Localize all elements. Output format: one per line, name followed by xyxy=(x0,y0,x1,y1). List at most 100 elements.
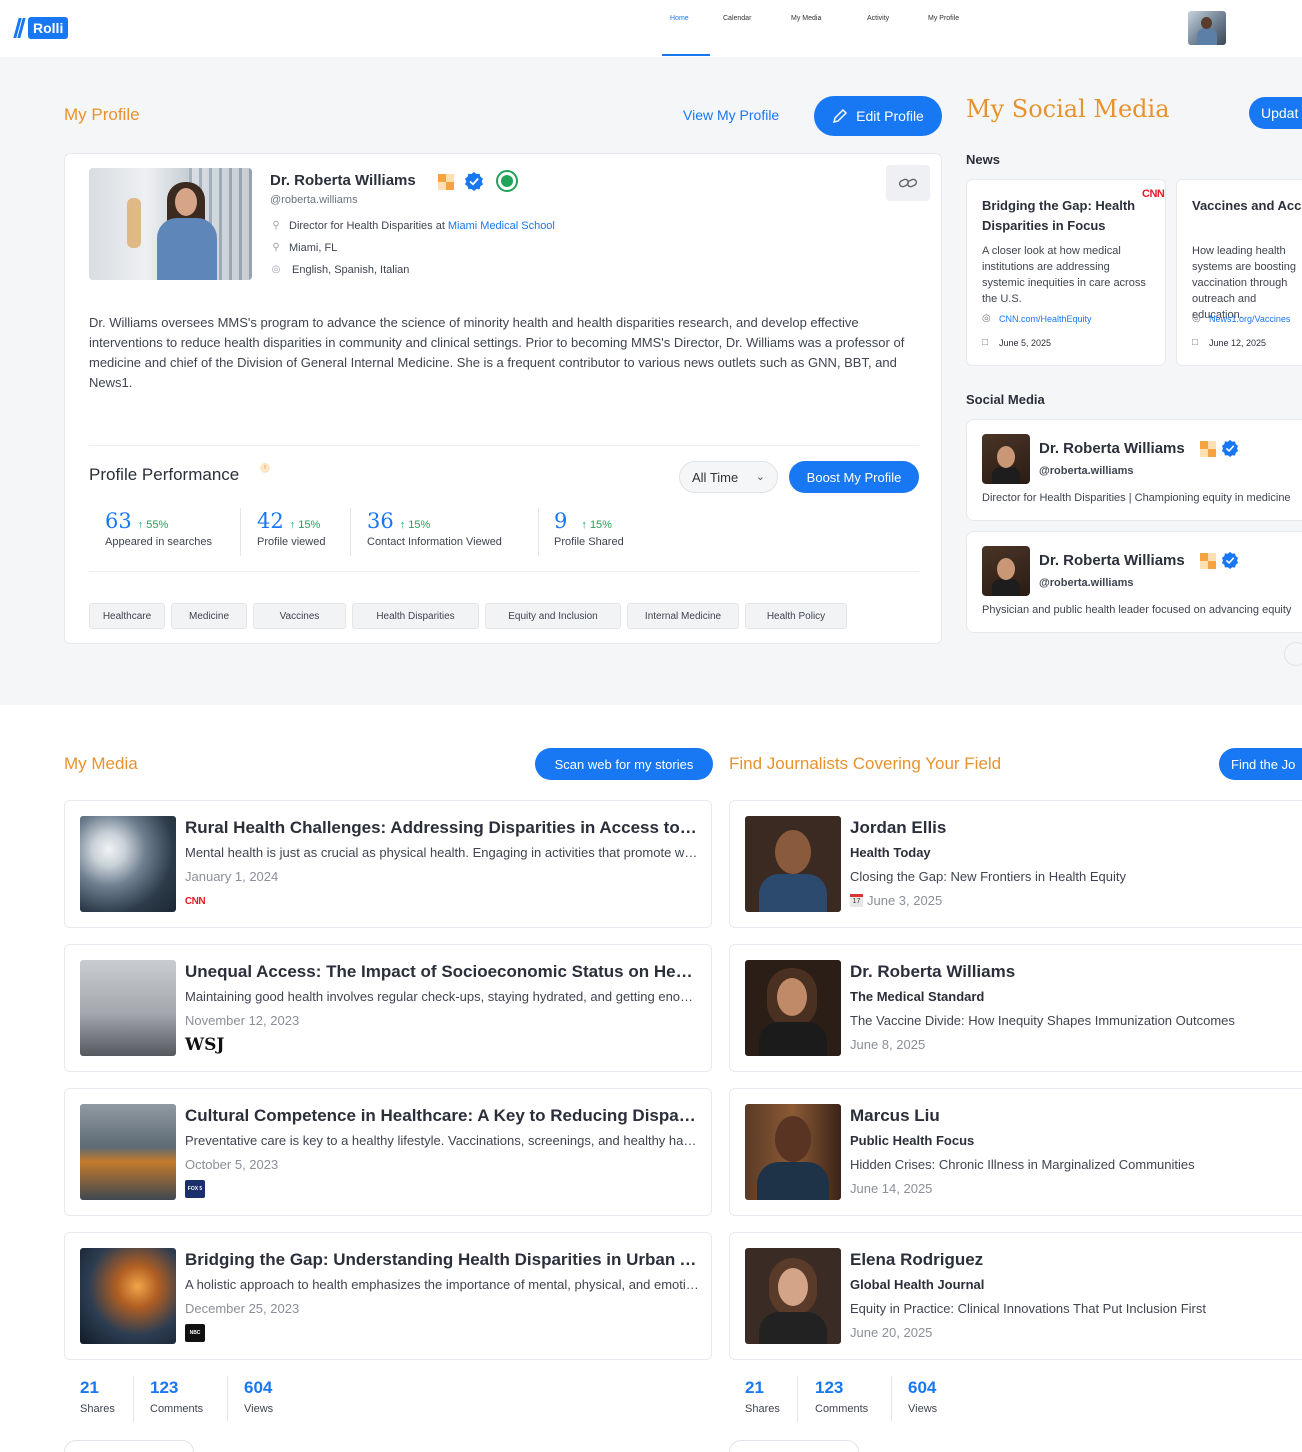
media-stat-comments: 123 Comments xyxy=(150,1378,203,1415)
edit-profile-label: Edit Profile xyxy=(856,108,924,124)
security-badge-icon xyxy=(496,170,518,192)
journalist-article: Equity in Practice: Clinical Innovations… xyxy=(850,1301,1206,1316)
performance-title: Profile Performance xyxy=(89,465,240,484)
journalist-date: 17 June 3, 2025 xyxy=(850,893,942,908)
profile-role: ⚲ Director for Health Disparities at Mia… xyxy=(270,220,555,232)
info-icon[interactable]: i xyxy=(260,463,270,473)
news-card[interactable]: CNN Bridging the Gap: Health Disparities… xyxy=(966,179,1166,366)
role-prefix: Director for Health Disparities at xyxy=(289,220,445,232)
top-nav: Rolli Home Calendar My Media Activity My… xyxy=(0,0,1302,57)
stat-label: Profile Shared xyxy=(554,536,624,548)
stat-value: 21 xyxy=(80,1378,99,1397)
stat-contact-viewed: 36 ↑ 15% Contact Information Viewed xyxy=(367,509,502,559)
stat-delta: ↑ 55% xyxy=(137,519,169,531)
article-title: Bridging the Gap: Understanding Health D… xyxy=(185,1250,700,1269)
stat-value: 42 xyxy=(257,509,284,533)
article-title: Cultural Competence in Healthcare: A Key… xyxy=(185,1106,700,1125)
copy-link-button[interactable] xyxy=(886,165,930,201)
post-text: Physician and public health leader focus… xyxy=(982,604,1292,616)
profile-languages: ◎ English, Spanish, Italian xyxy=(270,264,410,276)
stat-searches: 63 ↑ 55% Appeared in searches xyxy=(105,509,212,559)
load-more-button[interactable] xyxy=(64,1440,194,1452)
stat-value: 21 xyxy=(745,1378,764,1397)
journalist-article: Closing the Gap: New Frontiers in Health… xyxy=(850,869,1127,884)
media-item[interactable]: Cultural Competence in Healthcare: A Key… xyxy=(64,1088,712,1216)
post-text: Director for Health Disparities | Champi… xyxy=(982,492,1291,504)
nav-activity[interactable]: Activity xyxy=(867,15,889,22)
rolli-badge-icon xyxy=(1200,553,1216,569)
pencil-icon xyxy=(833,108,848,124)
nav-calendar[interactable]: Calendar xyxy=(723,15,751,22)
tag-chip[interactable]: Equity and Inclusion xyxy=(485,603,621,629)
nav-my-media[interactable]: My Media xyxy=(791,15,821,22)
profile-name: Dr. Roberta Williams xyxy=(270,172,416,189)
article-desc: Preventative care is key to a healthy li… xyxy=(185,1133,700,1148)
calendar-icon: □ xyxy=(1192,337,1199,348)
nav-home[interactable]: Home xyxy=(670,15,689,22)
edit-profile-button[interactable]: Edit Profile xyxy=(814,96,942,136)
journalist-date: June 20, 2025 xyxy=(850,1325,933,1340)
article-thumbnail xyxy=(80,816,176,912)
journalist-name: Elena Rodriguez xyxy=(850,1250,984,1269)
media-item[interactable]: Bridging the Gap: Understanding Health D… xyxy=(64,1232,712,1360)
period-select[interactable]: All Time ⌄ xyxy=(679,461,778,493)
role-org-link[interactable]: Miami Medical School xyxy=(448,220,555,232)
media-item[interactable]: Unequal Access: The Impact of Socioecono… xyxy=(64,944,712,1072)
nav-my-profile[interactable]: My Profile xyxy=(928,15,959,22)
stat-profile-viewed: 42 ↑ 15% Profile viewed xyxy=(257,509,325,559)
news-date: □ June 5, 2025 xyxy=(982,337,1052,348)
journalist-item[interactable]: Elena Rodriguez Global Health Journal Eq… xyxy=(729,1232,1302,1360)
article-title: Rural Health Challenges: Addressing Disp… xyxy=(185,818,700,837)
news-title: Bridging the Gap: Health Disparities in … xyxy=(982,198,1136,233)
tag-chip[interactable]: Internal Medicine xyxy=(627,603,739,629)
article-date: December 25, 2023 xyxy=(185,1301,300,1316)
globe-icon: ◎ xyxy=(271,264,281,275)
social-media-label: Social Media xyxy=(966,392,1045,407)
journalist-stat-shares: 21 Shares xyxy=(745,1378,780,1415)
boost-profile-button[interactable]: Boost My Profile xyxy=(789,461,919,493)
verified-icon xyxy=(1221,551,1239,569)
rolli-logo[interactable]: Rolli xyxy=(13,17,69,39)
stat-value: 123 xyxy=(815,1378,844,1397)
tag-chip[interactable]: Medicine xyxy=(171,603,247,629)
avatar xyxy=(982,546,1030,596)
media-stat-views: 604 Views xyxy=(244,1378,273,1415)
news-link[interactable]: ◎ News1.org/Vaccines xyxy=(1192,313,1290,324)
update-button[interactable]: Updat xyxy=(1249,97,1302,129)
post-handle: @roberta.williams xyxy=(1039,465,1134,477)
journalist-article: Hidden Crises: Chronic Illness in Margin… xyxy=(850,1157,1195,1172)
profile-photo xyxy=(89,168,252,280)
journalist-item[interactable]: Jordan Ellis Health Today Closing the Ga… xyxy=(729,800,1302,928)
load-more-button[interactable] xyxy=(729,1440,859,1452)
stat-value: 36 xyxy=(367,509,394,533)
news-date: □ June 12, 2025 xyxy=(1192,337,1267,348)
media-item[interactable]: Rural Health Challenges: Addressing Disp… xyxy=(64,800,712,928)
wsj-logo: WSJ xyxy=(185,1035,225,1055)
carousel-next-button[interactable] xyxy=(1284,642,1302,666)
profile-handle: @roberta.williams xyxy=(270,194,358,206)
find-journalists-button[interactable]: Find the Jo xyxy=(1219,748,1302,780)
my-media-title: My Media xyxy=(64,754,138,773)
profile-area: My Profile View My Profile Edit Profile … xyxy=(0,57,1302,705)
nbc-logo: NBC xyxy=(185,1324,205,1342)
tag-chip[interactable]: Health Disparities xyxy=(352,603,479,629)
tag-chip[interactable]: Health Policy xyxy=(745,603,847,629)
tag-chip[interactable]: Vaccines xyxy=(253,603,346,629)
journalist-article: The Vaccine Divide: How Inequity Shapes … xyxy=(850,1013,1235,1028)
social-post-card[interactable]: Dr. Roberta Williams @roberta.williams D… xyxy=(966,419,1302,521)
stat-label: Appeared in searches xyxy=(105,536,213,548)
scan-web-button[interactable]: Scan web for my stories xyxy=(535,748,713,780)
news-desc: How leading health systems are boosting … xyxy=(1192,245,1296,321)
journalist-item[interactable]: Dr. Roberta Williams The Medical Standar… xyxy=(729,944,1302,1072)
article-thumbnail xyxy=(80,960,176,1056)
stat-label: Comments xyxy=(815,1403,869,1415)
user-avatar[interactable] xyxy=(1188,11,1226,45)
social-post-card[interactable]: Dr. Roberta Williams @roberta.williams P… xyxy=(966,531,1302,633)
journalist-item[interactable]: Marcus Liu Public Health Focus Hidden Cr… xyxy=(729,1088,1302,1216)
journalist-name: Dr. Roberta Williams xyxy=(850,962,1016,981)
news-link[interactable]: ◎ CNN.com/HealthEquity xyxy=(982,313,1092,324)
rolli-badge-icon xyxy=(1200,441,1216,457)
tag-chip[interactable]: Healthcare xyxy=(89,603,165,629)
view-my-profile-link[interactable]: View My Profile xyxy=(683,107,779,123)
news-card[interactable]: Vaccines and Access: Expanding Coverage … xyxy=(1176,179,1302,366)
